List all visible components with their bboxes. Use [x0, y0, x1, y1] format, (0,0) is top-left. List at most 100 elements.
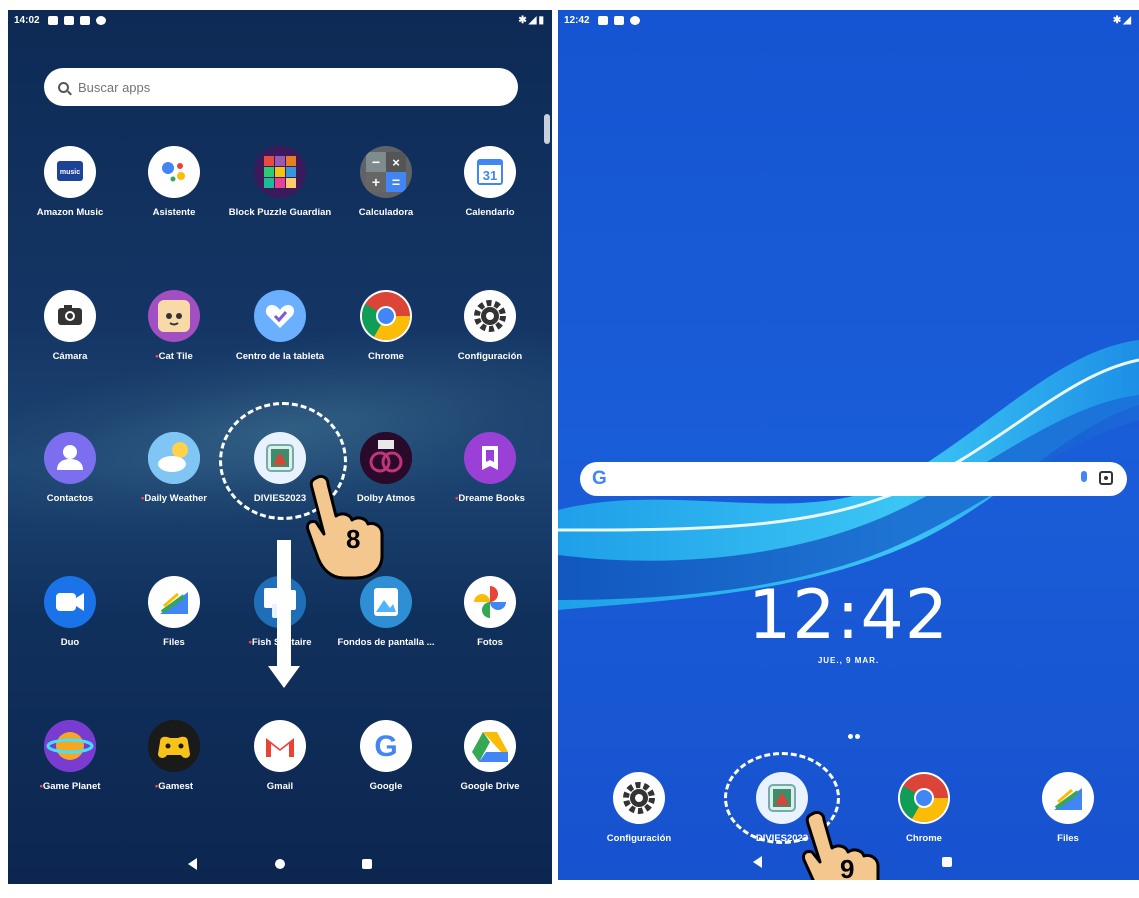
app-label-text: Chrome	[368, 351, 404, 362]
google-drive-icon	[464, 720, 516, 772]
app-cat-tile[interactable]: •Cat Tile	[120, 290, 228, 362]
svg-text:+: +	[372, 174, 380, 190]
dreame-books-icon	[464, 432, 516, 484]
back-icon[interactable]	[188, 858, 197, 870]
svg-text:music: music	[60, 169, 80, 176]
app-label: Files	[1014, 833, 1122, 844]
app-label-text: Calculadora	[358, 207, 414, 218]
navigation-bar	[8, 844, 552, 884]
app-label: Google Drive	[436, 781, 544, 792]
google-icon: G	[360, 720, 412, 772]
status-bar: 14:02 ✱◢▮	[8, 10, 552, 32]
camera-icon	[44, 290, 96, 342]
app-c-mara[interactable]: Cámara	[16, 290, 124, 362]
mic-icon[interactable]	[1081, 471, 1087, 482]
app-calculadora[interactable]: − × + = Calculadora	[332, 146, 440, 218]
clock-widget[interactable]: 12:42	[558, 576, 1139, 655]
recents-icon[interactable]	[942, 857, 952, 867]
lens-icon[interactable]	[1099, 471, 1113, 485]
chrome-icon	[898, 772, 950, 824]
block-puzzle-icon	[254, 146, 306, 198]
app-gmail[interactable]: Gmail	[226, 720, 334, 792]
app-chrome[interactable]: Chrome	[332, 290, 440, 362]
svg-text:G: G	[374, 730, 397, 763]
app-amazon-music[interactable]: music Amazon Music	[16, 146, 124, 218]
app-dreame-books[interactable]: •Dreame Books	[436, 432, 544, 504]
recents-icon[interactable]	[362, 859, 372, 869]
files-icon	[1042, 772, 1094, 824]
app-label-text: Fotos	[477, 637, 503, 648]
page-indicator	[848, 726, 862, 744]
scroll-down-arrow	[277, 540, 291, 668]
app-asistente[interactable]: Asistente	[120, 146, 228, 218]
app-label: Fondos de pantalla ...	[332, 637, 440, 648]
app-label: Gmail	[226, 781, 334, 792]
app-label: •Cat Tile	[120, 351, 228, 362]
app-label: Fotos	[436, 637, 544, 648]
app-label-text: Amazon Music	[36, 207, 104, 218]
contacts-icon	[44, 432, 96, 484]
app-label-text: Files	[163, 637, 185, 648]
google-g-icon: G	[592, 468, 607, 489]
settings-icon	[613, 772, 665, 824]
wallpaper-wave	[558, 340, 1139, 610]
calendar-icon: 31	[464, 146, 516, 198]
home-icon[interactable]	[275, 859, 285, 869]
app-label-text: Google	[369, 781, 403, 792]
app-label: Block Puzzle Guardian	[226, 207, 334, 218]
duo-icon	[44, 576, 96, 628]
gmail-icon	[254, 720, 306, 772]
app-label: Duo	[16, 637, 124, 648]
app-label-text: Google Drive	[460, 781, 520, 792]
app-drawer-screen: 14:02 ✱◢▮ music Amazon Music Asistente Bloc…	[8, 10, 552, 884]
app-label-text: Cámara	[52, 351, 88, 362]
back-icon[interactable]	[753, 856, 762, 868]
app-label: Calendario	[436, 207, 544, 218]
app-contactos[interactable]: Contactos	[16, 432, 124, 504]
app-centro-de-la-tableta[interactable]: Centro de la tableta	[226, 290, 334, 362]
app-gamest[interactable]: •Gamest	[120, 720, 228, 792]
app-label-text: Cat Tile	[158, 351, 193, 362]
app-game-planet[interactable]: •Game Planet	[16, 720, 124, 792]
app-calendario[interactable]: 31 Calendario	[436, 146, 544, 218]
app-label-text: Block Puzzle Guardian	[228, 207, 332, 218]
app-label-text: Gmail	[266, 781, 294, 792]
scrollbar-thumb[interactable]	[544, 114, 550, 144]
photos-icon	[464, 576, 516, 628]
app-files[interactable]: Files	[1014, 772, 1122, 844]
google-search-bar[interactable]: G	[580, 462, 1127, 496]
app-label-text: Contactos	[46, 493, 94, 504]
app-label: •Game Planet	[16, 781, 124, 792]
amazon-music-icon: music	[44, 146, 96, 198]
app-label-text: Duo	[60, 637, 80, 648]
scroll-down-arrowhead	[268, 666, 300, 688]
app-label: Google	[332, 781, 440, 792]
search-apps-bar[interactable]	[44, 68, 518, 106]
app-label-text: Files	[1057, 833, 1079, 844]
app-google[interactable]: G Google	[332, 720, 440, 792]
app-label-text: Configuración	[457, 351, 523, 362]
search-icon	[58, 81, 69, 93]
app-configuraci-n[interactable]: Configuración	[585, 772, 693, 844]
cat-tile-icon	[148, 290, 200, 342]
app-daily-weather[interactable]: •Daily Weather	[120, 432, 228, 504]
app-label-text: Dreame Books	[458, 493, 525, 504]
svg-text:=: =	[392, 174, 400, 190]
step-number: 8	[346, 524, 361, 554]
app-google-drive[interactable]: Google Drive	[436, 720, 544, 792]
app-configuraci-n[interactable]: Configuración	[436, 290, 544, 362]
app-fotos[interactable]: Fotos	[436, 576, 544, 648]
search-apps-input[interactable]	[78, 79, 458, 95]
app-duo[interactable]: Duo	[16, 576, 124, 648]
chrome-icon	[360, 290, 412, 342]
calculator-icon: − × + =	[360, 146, 412, 198]
app-label: Chrome	[332, 351, 440, 362]
app-files[interactable]: Files	[120, 576, 228, 648]
date-label: JUE., 9 MAR.	[817, 656, 880, 665]
app-block-puzzle-guardian[interactable]: Block Puzzle Guardian	[226, 146, 334, 218]
settings-icon	[464, 290, 516, 342]
weather-icon	[148, 432, 200, 484]
app-label-text: Fondos de pantalla ...	[337, 637, 435, 648]
files-icon	[148, 576, 200, 628]
svg-text:×: ×	[392, 155, 400, 170]
